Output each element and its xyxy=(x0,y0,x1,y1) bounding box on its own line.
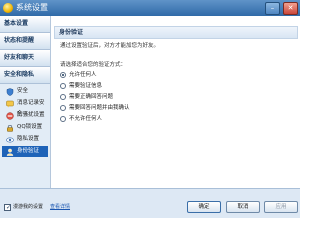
radio-button[interactable] xyxy=(60,116,66,122)
sidebar-item-label: QQ锁设置 xyxy=(17,124,43,130)
settings-sidebar: 基本设置 状态和提醒 好友和聊天 安全和隐私 安全 消息记录安全 防骚扰设置 Q… xyxy=(0,16,51,188)
option-label: 需要正确回答问题 xyxy=(69,94,114,100)
verification-description: 通过设置验证后，对方才能加您为好友。 xyxy=(60,43,160,49)
apply-button-label: 应用 xyxy=(275,204,287,210)
minimize-button[interactable]: – xyxy=(265,2,280,15)
category-label: 状态和提醒 xyxy=(4,37,35,44)
radio-button[interactable] xyxy=(60,72,66,78)
option-allow-no-one[interactable]: 不允许任何人 xyxy=(60,115,190,124)
window-title: 系统设置 xyxy=(16,3,48,12)
roam-settings-checkbox[interactable]: ✓ xyxy=(4,204,11,211)
section-header: 身份验证 xyxy=(54,26,298,39)
radio-button[interactable] xyxy=(60,94,66,100)
identity-icon xyxy=(6,148,14,156)
view-details-link[interactable]: 查看详情 xyxy=(50,202,70,213)
minimize-icon: – xyxy=(270,4,275,12)
cancel-button-label: 取消 xyxy=(237,204,249,210)
category-status-reminders[interactable]: 状态和提醒 xyxy=(0,33,50,50)
option-allow-anyone[interactable]: 允许任何人 xyxy=(60,71,190,80)
lock-icon xyxy=(7,124,13,132)
sidebar-item-label: 隐私设置 xyxy=(17,136,40,142)
settings-window: 系统设置 – ✕ 基本设置 状态和提醒 好友和聊天 安全和隐私 安全 消息记录安… xyxy=(0,0,300,218)
anti-harass-icon xyxy=(6,112,14,120)
category-basic-settings[interactable]: 基本设置 xyxy=(0,16,50,33)
option-label: 不允许任何人 xyxy=(69,116,103,122)
category-friends-chat[interactable]: 好友和聊天 xyxy=(0,50,50,67)
sidebar-item-message-security[interactable]: 消息记录安全 xyxy=(2,98,48,117)
sidebar-item-privacy[interactable]: 隐私设置 xyxy=(2,134,48,145)
verification-prompt: 请选择适合您的验证方式： xyxy=(60,62,127,68)
privacy-icon xyxy=(6,137,14,143)
option-label: 允许任何人 xyxy=(69,72,97,78)
section-title: 身份验证 xyxy=(59,29,84,36)
title-bar[interactable]: 系统设置 – ✕ xyxy=(0,0,300,16)
radio-button[interactable] xyxy=(60,83,66,89)
close-button[interactable]: ✕ xyxy=(283,2,298,15)
option-label: 需要验证信息 xyxy=(69,83,103,89)
apply-button[interactable]: 应用 xyxy=(264,201,298,213)
category-security-privacy[interactable]: 安全和隐私 xyxy=(0,67,50,84)
sidebar-item-label: 安全 xyxy=(17,88,29,94)
option-answer-and-confirm[interactable]: 需要回答问题并由我确认 xyxy=(60,104,190,113)
settings-content-panel: 身份验证 通过设置验证后，对方才能加您为好友。 请选择适合您的验证方式： 允许任… xyxy=(51,16,300,188)
sidebar-item-qq-lock[interactable]: QQ锁设置 xyxy=(2,122,48,133)
sidebar-item-identity-verification[interactable]: 身份验证 xyxy=(2,146,48,157)
ok-button[interactable]: 确定 xyxy=(187,201,221,213)
app-logo-icon xyxy=(3,3,13,13)
option-label: 需要回答问题并由我确认 xyxy=(69,105,130,111)
dialog-footer: ✓ 漫游我的设置 查看详情 确定 取消 应用 xyxy=(0,188,300,218)
cancel-button[interactable]: 取消 xyxy=(226,201,260,213)
sidebar-item-label: 身份验证 xyxy=(17,148,40,154)
category-label: 安全和隐私 xyxy=(4,71,35,78)
option-require-correct-answer[interactable]: 需要正确回答问题 xyxy=(60,93,190,102)
sidebar-item-label: 防骚扰设置 xyxy=(17,112,45,118)
sidebar-item-security[interactable]: 安全 xyxy=(2,86,48,97)
checkmark-icon: ✓ xyxy=(5,204,12,211)
roam-settings-label[interactable]: 漫游我的设置 xyxy=(13,202,43,213)
option-require-verification-message[interactable]: 需要验证信息 xyxy=(60,82,190,91)
ok-button-label: 确定 xyxy=(198,204,210,210)
message-lock-icon xyxy=(6,100,14,108)
close-icon: ✕ xyxy=(287,4,294,12)
radio-button[interactable] xyxy=(60,105,66,111)
category-label: 基本设置 xyxy=(4,20,29,27)
shield-icon xyxy=(6,88,14,96)
category-label: 好友和聊天 xyxy=(4,54,35,61)
sidebar-item-anti-harassment[interactable]: 防骚扰设置 xyxy=(2,110,48,121)
